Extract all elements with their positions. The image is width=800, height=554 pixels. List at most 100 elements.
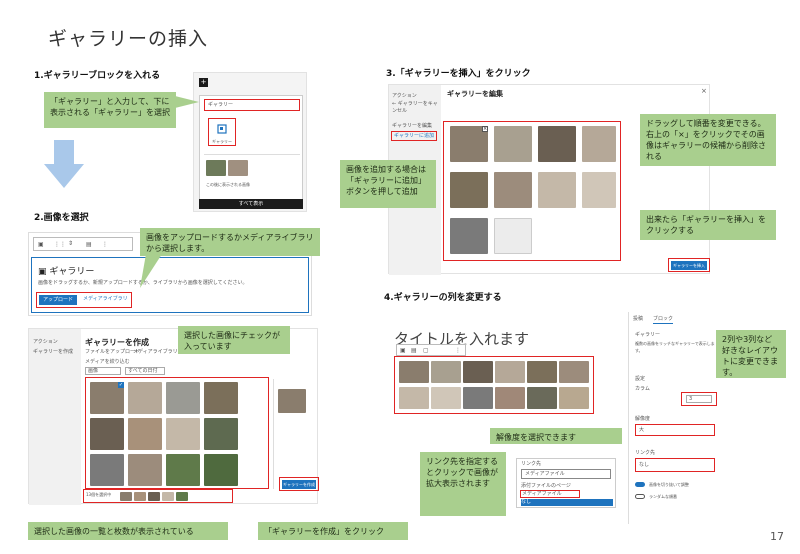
media-thumbnail[interactable] [90,454,124,486]
gallery-item[interactable] [582,126,616,162]
edit-gallery-screenshot: アクション ← ギャラリーをキャンセル ギャラリーを編集 ギャラリーに追加 ギャ… [388,84,710,275]
gallery-block-toolbar[interactable]: ▣ ▤ ▢ ⋮ [396,344,466,356]
more-options-icon[interactable]: ⋮ [102,241,108,248]
dropdown-option[interactable]: なし [521,499,613,506]
gallery-image[interactable] [559,361,589,383]
upload-button[interactable]: アップロード [39,295,77,305]
gallery-image[interactable] [527,387,557,409]
align-icon[interactable]: ▤ [86,241,92,248]
block-inserter: ギャラリー ギャラリー この後に表示される画像 [199,95,303,205]
show-all-button[interactable]: すべて表示 [199,199,303,209]
gallery-image[interactable] [463,361,493,383]
insert-callout: 出来たら「ギャラリーを挿入」をクリックする [640,210,776,240]
media-thumbnail[interactable] [128,454,162,486]
sidebar-edit[interactable]: ギャラリーを編集 [392,123,432,130]
link-dropdown: リンク先 メディアファイル 添付ファイルのページ メディアファイル なし [516,458,616,508]
remove-icon[interactable]: × [482,126,488,132]
sidebar-action-label: アクション [33,339,58,345]
selected-thumb[interactable] [148,492,160,501]
page-title: ギャラリーの挿入 [48,28,209,50]
align-icon[interactable]: ▤ [411,347,417,354]
gallery-image[interactable] [495,361,525,383]
tab-post[interactable]: 投稿 [633,316,643,323]
columns-highlight: 3 [681,392,717,406]
media-thumbnail[interactable] [166,454,200,486]
media-thumbnail[interactable] [128,418,162,450]
gallery-item[interactable] [538,172,576,208]
placeholder-description: 画像をドラッグするか、新規アップロードするか、ライブラリから画像を選択してくださ… [38,280,306,287]
edit-icon[interactable]: ▢ [423,347,429,354]
sidebar-action-label: アクション [392,93,417,99]
add-images-callout: 画像を追加する場合は「ギャラリーに追加」ボタンを押して追加 [340,160,436,208]
selected-thumb[interactable] [134,492,146,501]
selected-thumb[interactable] [120,492,132,501]
crop-toggle[interactable] [635,482,645,487]
gallery-item[interactable] [450,172,488,208]
gallery-block-option[interactable]: ギャラリー [208,118,236,146]
media-thumbnail[interactable] [166,382,200,414]
dropdown-option[interactable]: 添付ファイルのページ [521,483,571,490]
dropdown-option-selected[interactable]: メディアファイル [520,490,580,498]
drag-callout: ドラッグして順番を変更できる。右上の「×」をクリックでその画像はギャラリーの候補… [640,114,776,166]
gallery-item[interactable] [494,126,532,162]
gallery-image[interactable] [399,387,429,409]
columns-input[interactable]: 3 [686,395,712,403]
more-options-icon[interactable]: ⋮ [455,347,461,354]
selected-thumb[interactable] [176,492,188,501]
columns-label: カラム [635,386,650,392]
gallery-image[interactable] [559,387,589,409]
dialog-title: ギャラリーを作成 [85,338,149,347]
gallery-item[interactable] [538,126,576,162]
add-block-icon[interactable]: + [199,78,208,87]
down-arrow-icon [44,140,84,188]
block-toolbar[interactable]: ▣ ⋮⋮ ⇕ ▤ ⋮ [33,237,133,251]
gallery-item[interactable] [494,172,532,208]
gallery-image[interactable] [463,387,493,409]
toolbar-gallery-icon[interactable]: ▣ [400,347,406,354]
media-sidebar: アクション ギャラリーを作成 [29,329,81,505]
gallery-image[interactable] [495,387,525,409]
gallery-item[interactable] [494,218,532,254]
callout-pointer [140,254,162,288]
step1-screenshot: + ギャラリー ギャラリー この後に表示される画像 すべて表示 [193,72,307,212]
preview-image [206,160,226,176]
link-select[interactable]: なし [635,458,715,472]
check-icon[interactable]: ✓ [118,382,124,388]
sidebar-create-gallery[interactable]: ギャラリーを作成 [33,349,73,356]
date-select[interactable]: すべての日付 [125,367,165,375]
tab-upload[interactable]: ファイルをアップロード [85,349,140,356]
media-library-link[interactable]: メディアライブラリ [83,296,128,303]
gallery-item[interactable] [582,172,616,208]
media-thumbnail[interactable] [90,418,124,450]
tab-media-library[interactable]: メディアライブラリ [133,349,178,356]
settings-label: 設定 [635,376,646,382]
selected-thumb[interactable] [162,492,174,501]
tab-block[interactable]: ブロック [653,316,674,324]
gallery-image[interactable] [431,387,461,409]
create-gallery-button[interactable]: ギャラリーを作成 [282,480,316,489]
add-to-gallery-link[interactable]: ギャラリーに追加 [391,131,437,141]
media-thumbnail[interactable] [204,418,238,450]
media-type-select[interactable]: 画像 [85,367,121,375]
media-thumbnail[interactable] [204,454,238,486]
close-icon[interactable]: × [701,88,707,95]
resolution-select[interactable]: 大 [635,424,715,436]
sidebar-cancel[interactable]: ← ギャラリーをキャンセル [392,101,438,115]
placeholder-header: ▣ ギャラリー [38,264,94,277]
insert-gallery-button[interactable]: ギャラリーを挿入 [671,261,707,270]
random-toggle[interactable] [635,494,645,499]
drag-handle-icon[interactable]: ⋮⋮ [54,241,66,248]
move-arrows-icon[interactable]: ⇕ [68,240,73,247]
gallery-image[interactable] [431,361,461,383]
gallery-item[interactable] [450,218,488,254]
media-thumbnail[interactable] [204,382,238,414]
gallery-image[interactable] [527,361,557,383]
media-thumbnail[interactable] [128,382,162,414]
block-search-input[interactable]: ギャラリー [204,99,300,111]
toolbar-gallery-icon[interactable]: ▣ [38,241,44,248]
media-thumbnail[interactable] [166,418,200,450]
edit-dialog-title: ギャラリーを編集 [447,90,503,98]
selection-bar: 13個を選択中 [83,489,233,503]
link-dropdown-select[interactable]: メディアファイル [521,469,611,479]
gallery-image[interactable] [399,361,429,383]
